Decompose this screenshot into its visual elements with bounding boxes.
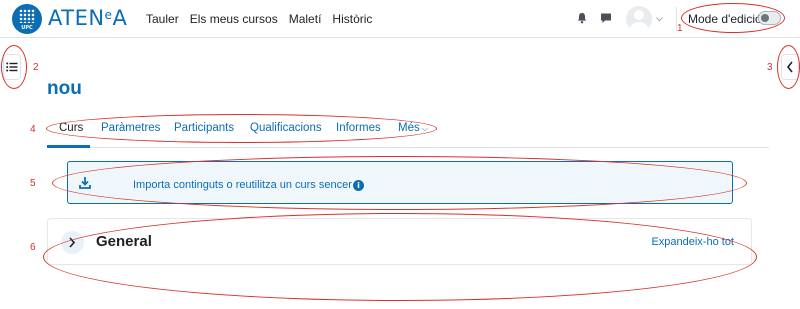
tab-more[interactable]: Més ⌵ [398, 122, 428, 134]
brand-sup: e [104, 8, 113, 22]
logo-text: UPC [21, 25, 33, 31]
annotation-number-5: 5 [30, 178, 36, 189]
import-content-box: Importa continguts o reutilitza un curs … [67, 161, 733, 204]
nav-dashboard[interactable]: Tauler [146, 12, 179, 26]
chevron-down-icon: ⌵ [421, 124, 428, 133]
nav-history[interactable]: Històric [332, 12, 372, 26]
upc-logo[interactable]: UPC [12, 4, 42, 34]
section-title: General [96, 233, 152, 250]
section-general: General Expandeix-ho tot [47, 218, 752, 265]
annotation-number-4: 4 [30, 124, 36, 135]
tab-participants[interactable]: Participants [174, 122, 234, 134]
nav-my-courses[interactable]: Els meus cursos [190, 12, 278, 26]
edit-mode-toggle[interactable] [758, 11, 781, 25]
notifications-bell-icon[interactable] [576, 12, 588, 24]
user-menu-chevron-down-icon[interactable]: ⌵ [656, 13, 663, 24]
course-index-drawer-button[interactable] [3, 54, 21, 80]
secondary-navigation: Curs Paràmetres Participants Qualificaci… [47, 118, 769, 148]
annotation-number-6: 6 [30, 242, 36, 253]
info-icon[interactable]: i [353, 180, 364, 191]
brand-name: ATEN [48, 6, 105, 30]
expand-all-link[interactable]: Expandeix-ho tot [651, 236, 734, 248]
messages-chat-icon[interactable] [600, 12, 612, 24]
page-title: nou [47, 78, 82, 99]
annotation-number-1: 1 [677, 23, 683, 34]
import-content-link[interactable]: Importa continguts o reutilitza un curs … [133, 179, 352, 191]
tab-more-label: Més [398, 122, 420, 134]
primary-navigation: Tauler Els meus cursos Maletí Històric [146, 12, 372, 26]
tab-course[interactable]: Curs [59, 122, 83, 134]
brand-tail: A [112, 6, 128, 30]
edit-mode-label: Mode d'edició [688, 12, 762, 26]
annotation-number-3: 3 [767, 62, 773, 73]
tab-settings[interactable]: Paràmetres [101, 122, 160, 134]
chevron-right-icon [69, 237, 76, 248]
import-download-icon [79, 177, 91, 189]
tab-grades[interactable]: Qualificacions [250, 122, 322, 134]
logo-dots [19, 9, 35, 23]
chevron-left-icon [786, 61, 793, 73]
tab-reports[interactable]: Informes [336, 122, 381, 134]
nav-briefcase[interactable]: Maletí [289, 12, 322, 26]
user-avatar[interactable] [626, 6, 652, 32]
site-brand[interactable]: ATENeA [48, 6, 127, 30]
section-expand-button[interactable] [61, 231, 84, 254]
active-tab-indicator [47, 145, 90, 148]
annotation-number-2: 2 [33, 62, 39, 73]
block-drawer-button[interactable] [781, 54, 799, 80]
list-icon [6, 62, 18, 72]
